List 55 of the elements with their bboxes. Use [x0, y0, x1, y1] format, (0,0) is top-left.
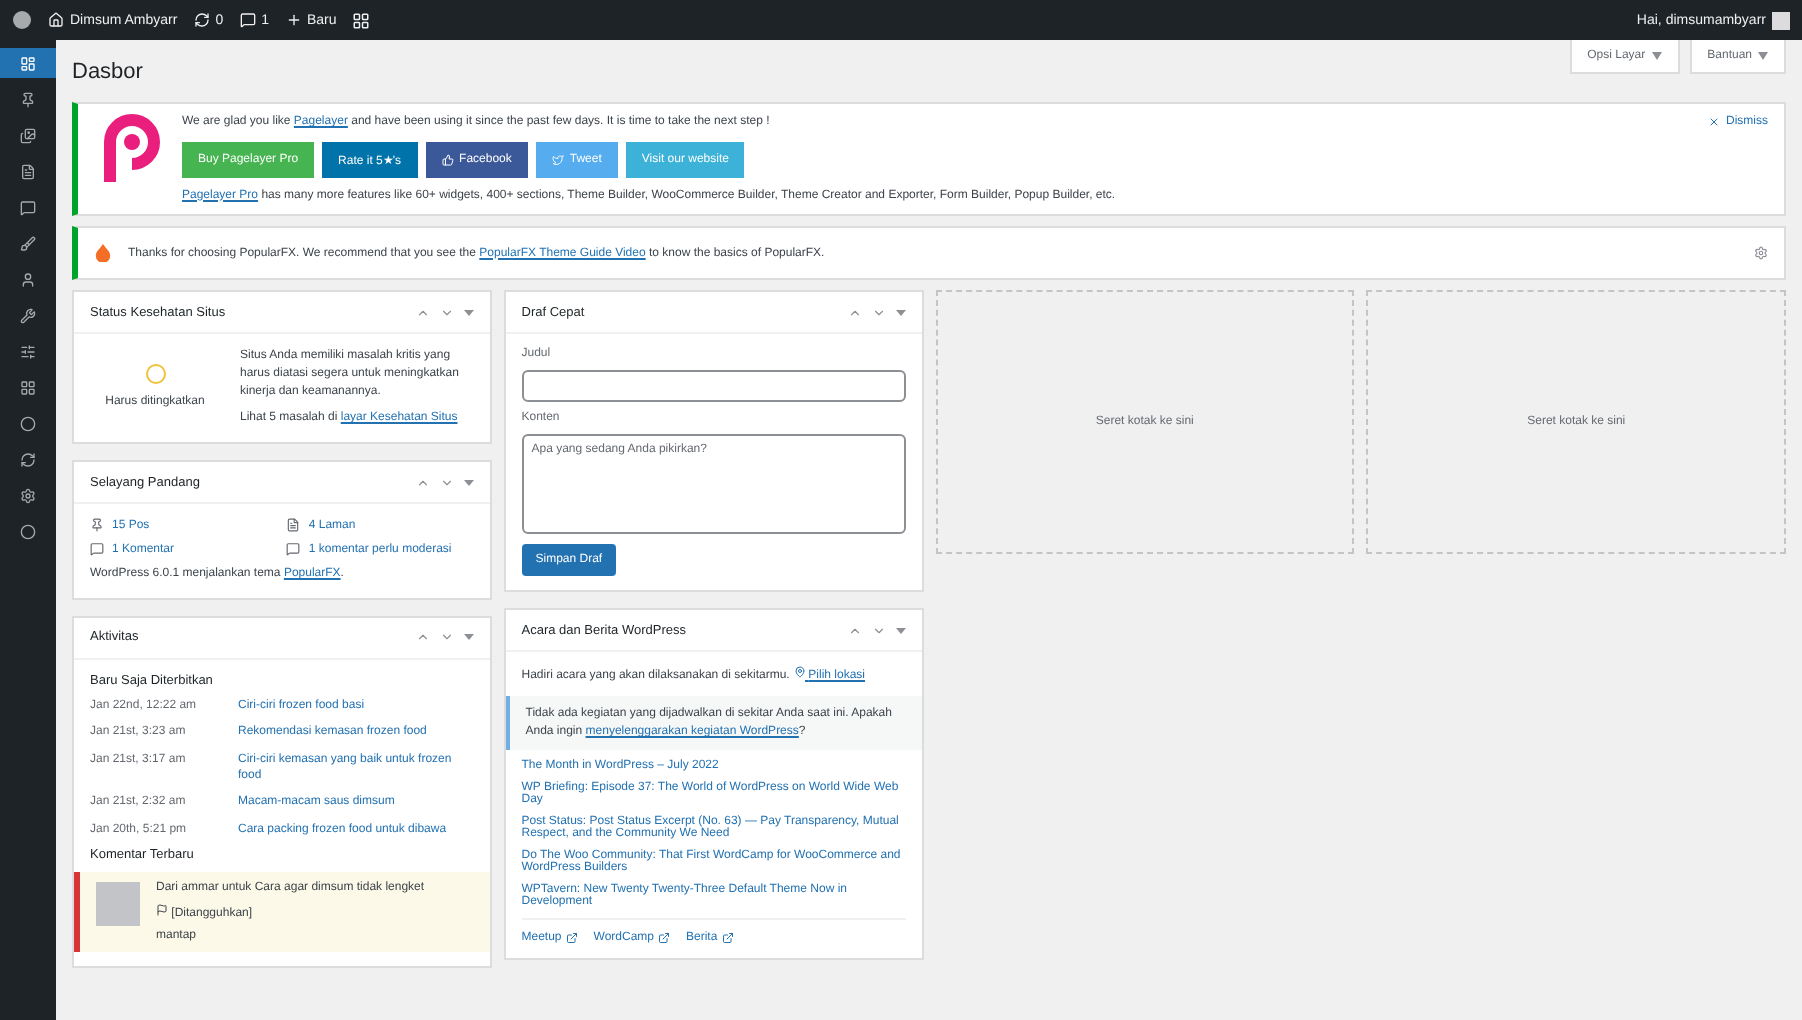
page-icon: [286, 518, 301, 533]
flag-icon: [156, 904, 168, 917]
page-icon: [20, 163, 36, 179]
comment-icon: [90, 542, 104, 557]
toggle-icon[interactable]: [463, 475, 474, 490]
toggle-icon[interactable]: [895, 623, 905, 638]
comment-icon: [239, 12, 256, 28]
move-up-icon[interactable]: [415, 630, 430, 645]
settings-icon: [20, 487, 36, 503]
page-title: Dasbor: [72, 60, 143, 84]
grid-icon: [20, 379, 36, 395]
caret-icon: [1758, 52, 1768, 60]
wrench-icon: [20, 307, 36, 323]
caret-icon: [1651, 52, 1662, 60]
external-link-icon: [721, 932, 734, 945]
settings-icon[interactable]: [1754, 246, 1768, 261]
sidebar-item[interactable]: [0, 48, 56, 78]
title-input[interactable]: [521, 370, 905, 403]
circle-icon: [20, 415, 36, 431]
bird-icon: [551, 153, 564, 166]
external-link-icon: [658, 932, 670, 945]
plus-icon: [285, 12, 301, 28]
pin-icon: [20, 91, 36, 107]
pin-icon: [90, 518, 104, 533]
move-up-icon[interactable]: [415, 305, 430, 320]
move-up-icon[interactable]: [415, 475, 430, 490]
move-down-icon[interactable]: [439, 305, 454, 320]
home-icon: [48, 12, 64, 28]
close-icon: [1708, 116, 1720, 128]
toggle-icon[interactable]: [895, 305, 905, 320]
user-icon: [20, 271, 36, 287]
refresh-icon: [20, 451, 36, 467]
thumbs-up-icon: [441, 153, 454, 166]
images-icon: [20, 127, 36, 143]
move-down-icon[interactable]: [871, 623, 885, 638]
flame-icon: [94, 244, 112, 263]
move-down-icon[interactable]: [871, 305, 885, 320]
status-ring-icon: [145, 364, 165, 385]
move-up-icon[interactable]: [847, 305, 861, 320]
circle-icon: [20, 523, 36, 539]
refresh-icon: [193, 12, 210, 28]
comments-icon: [286, 542, 301, 557]
move-down-icon[interactable]: [439, 630, 454, 645]
grid-icon[interactable]: [352, 11, 371, 29]
move-down-icon[interactable]: [439, 475, 454, 490]
dashboard-icon: [20, 55, 36, 71]
sliders-icon: [20, 343, 36, 359]
external-link-icon: [565, 932, 578, 945]
location-pin-icon: [793, 666, 805, 679]
avatar-placeholder: [96, 882, 140, 927]
toggle-icon[interactable]: [463, 305, 474, 320]
comment-icon: [20, 199, 36, 215]
brush-icon: [20, 235, 36, 251]
move-up-icon[interactable]: [847, 623, 861, 638]
toggle-icon[interactable]: [463, 630, 474, 645]
